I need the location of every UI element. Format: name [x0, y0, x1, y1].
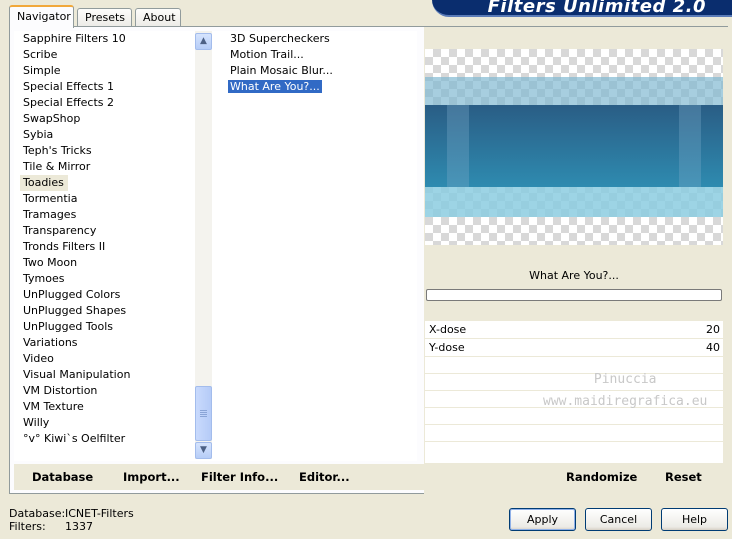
- category-item[interactable]: Scribe: [14, 47, 224, 63]
- category-item[interactable]: UnPlugged Tools: [14, 319, 224, 335]
- preview-band-top: [425, 77, 723, 105]
- category-item[interactable]: Teph's Tricks: [14, 143, 224, 159]
- category-scrollbar[interactable]: ▲ ▼: [195, 31, 212, 459]
- category-item[interactable]: Variations: [14, 335, 224, 351]
- panel-action-bar: Database Import... Filter Info... Editor…: [14, 464, 725, 490]
- reset-button[interactable]: Reset: [665, 470, 702, 484]
- category-item[interactable]: Simple: [14, 63, 224, 79]
- filter-item-label: Plain Mosaic Blur...: [230, 64, 333, 77]
- category-list[interactable]: Sapphire Filters 10 Scribe Simple Special E…: [14, 31, 224, 461]
- filter-list[interactable]: 3D Supercheckers Motion Trail... Plain Mos…: [217, 31, 417, 461]
- category-item[interactable]: Sapphire Filters 10: [14, 31, 224, 47]
- filter-item[interactable]: Plain Mosaic Blur...: [217, 63, 417, 79]
- randomize-button[interactable]: Randomize: [566, 470, 637, 484]
- category-item[interactable]: UnPlugged Colors: [14, 287, 224, 303]
- preview-image: [425, 49, 723, 245]
- category-item[interactable]: Tile & Mirror: [14, 159, 224, 175]
- parameter-panel: X-dose 20 Y-dose 40 Pinuccia www.maidire…: [425, 321, 723, 463]
- param-row-y-dose[interactable]: Y-dose 40: [425, 339, 723, 357]
- cancel-button[interactable]: Cancel: [585, 508, 652, 531]
- category-item[interactable]: UnPlugged Shapes: [14, 303, 224, 319]
- category-item[interactable]: VM Distortion: [14, 383, 224, 399]
- category-item[interactable]: Tormentia: [14, 191, 224, 207]
- param-value: 20: [706, 323, 720, 336]
- param-label: Y-dose: [429, 341, 465, 354]
- category-item[interactable]: Visual Manipulation: [14, 367, 224, 383]
- app-title: Filters Unlimited 2.0: [487, 0, 706, 17]
- filter-item-label: What Are You?...: [228, 80, 322, 93]
- filter-item[interactable]: What Are You?...: [217, 79, 417, 95]
- category-item[interactable]: Willy: [14, 415, 224, 431]
- editor-button[interactable]: Editor...: [299, 470, 350, 484]
- selected-filter-name: What Are You?...: [425, 267, 723, 285]
- navigator-panel: Sapphire Filters 10 Scribe Simple Special E…: [9, 26, 729, 495]
- grip-icon: [200, 410, 207, 411]
- preview-band-main: [425, 105, 723, 187]
- param-value: 40: [706, 341, 720, 354]
- param-row-x-dose[interactable]: X-dose 20: [425, 321, 723, 339]
- param-row-empty: [425, 425, 723, 442]
- category-item[interactable]: Video: [14, 351, 224, 367]
- filter-item[interactable]: 3D Supercheckers: [217, 31, 417, 47]
- watermark-line-1: Pinuccia: [593, 372, 657, 387]
- scroll-down-arrow-icon[interactable]: ▼: [195, 442, 212, 459]
- category-item[interactable]: SwapShop: [14, 111, 224, 127]
- filter-info-button[interactable]: Filter Info...: [201, 470, 278, 484]
- category-item[interactable]: VM Texture: [14, 399, 224, 415]
- preview-area: What Are You?... X-dose 20 Y-dose 40 Pin…: [424, 27, 729, 495]
- category-item[interactable]: Special Effects 1: [14, 79, 224, 95]
- database-label: Database:: [9, 507, 66, 520]
- watermark: Pinuccia www.maidiregrafica.eu: [543, 369, 707, 413]
- tab-navigator[interactable]: Navigator: [9, 5, 74, 28]
- progress-bar: [426, 289, 722, 301]
- category-item[interactable]: Sybia: [14, 127, 224, 143]
- category-item[interactable]: Tramages: [14, 207, 224, 223]
- filters-count: 1337: [65, 520, 93, 533]
- category-item[interactable]: Tronds Filters II: [14, 239, 224, 255]
- tab-presets[interactable]: Presets: [77, 8, 132, 27]
- database-button[interactable]: Database: [32, 470, 93, 484]
- param-label: X-dose: [429, 323, 467, 336]
- filters-label: Filters:: [9, 520, 46, 533]
- database-value: ICNET-Filters: [65, 507, 134, 520]
- filter-item-label: Motion Trail...: [230, 48, 304, 61]
- filter-item-label: 3D Supercheckers: [230, 32, 330, 45]
- preview-side-left: [447, 105, 469, 187]
- preview-band-bottom: [425, 187, 723, 217]
- import-button[interactable]: Import...: [123, 470, 180, 484]
- tab-about[interactable]: About: [135, 8, 181, 27]
- scroll-up-arrow-icon[interactable]: ▲: [195, 33, 212, 50]
- category-item[interactable]: Two Moon: [14, 255, 224, 271]
- status-area: Database:ICNET-Filters Filters: 1337: [9, 507, 134, 533]
- category-item[interactable]: Transparency: [14, 223, 224, 239]
- category-item[interactable]: Special Effects 2: [14, 95, 224, 111]
- preview-side-right: [679, 105, 701, 187]
- filter-item[interactable]: Motion Trail...: [217, 47, 417, 63]
- category-item[interactable]: °v° Kiwi`s Oelfilter: [14, 431, 224, 447]
- apply-button[interactable]: Apply: [509, 508, 576, 531]
- watermark-line-2: www.maidiregrafica.eu: [543, 394, 708, 409]
- category-item[interactable]: Tymoes: [14, 271, 224, 287]
- help-button[interactable]: Help: [661, 508, 728, 531]
- app-banner: Filters Unlimited 2.0: [432, 0, 732, 17]
- scroll-thumb[interactable]: [195, 386, 212, 441]
- category-item[interactable]: Toadies: [20, 175, 68, 191]
